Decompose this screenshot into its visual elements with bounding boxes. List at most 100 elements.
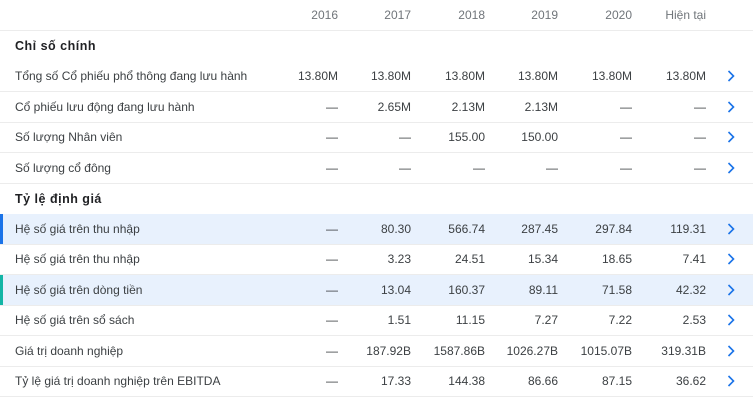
- table-row[interactable]: Tổng số Cổ phiếu phổ thông đang lưu hành…: [0, 62, 753, 92]
- cell-value: 319.31B: [661, 343, 706, 358]
- table-row[interactable]: Hệ số giá trên thu nhập — 80.30 566.74 2…: [0, 214, 753, 245]
- cell-value: —: [326, 160, 338, 175]
- cell-value: 187.92B: [366, 343, 411, 358]
- column-header: 2016: [311, 8, 338, 22]
- cell-value: —: [399, 130, 411, 145]
- cell-value: 1.51: [387, 313, 411, 328]
- table-row[interactable]: Tỷ lệ giá trị doanh nghiệp trên EBITDA —…: [0, 367, 753, 397]
- row-label: Cổ phiếu lưu động đang lưu hành: [15, 99, 195, 114]
- chevron-right-icon[interactable]: [727, 367, 735, 397]
- cell-value: —: [326, 99, 338, 114]
- cell-value: 87.15: [601, 374, 632, 389]
- cell-value: —: [473, 160, 485, 175]
- cell-value: 42.32: [675, 282, 706, 297]
- cell-value: 144.38: [448, 374, 485, 389]
- row-label: Giá trị doanh nghiệp: [15, 343, 124, 358]
- cell-value: 71.58: [601, 282, 632, 297]
- chevron-right-icon[interactable]: [727, 275, 735, 305]
- row-label: Tổng số Cổ phiếu phổ thông đang lưu hành: [15, 69, 248, 84]
- cell-value: 17.33: [380, 374, 411, 389]
- cell-value: 566.74: [448, 221, 485, 236]
- cell-value: —: [620, 130, 632, 145]
- table-row[interactable]: Hệ số giá trên dòng tiền — 13.04 160.37 …: [0, 275, 753, 306]
- row-label: Hệ số giá trên thu nhập: [15, 252, 140, 267]
- cell-value: —: [620, 99, 632, 114]
- cell-value: 13.80M: [591, 69, 632, 84]
- cell-value: 2.13M: [451, 99, 485, 114]
- cell-value: 24.51: [454, 252, 485, 267]
- cell-value: —: [326, 221, 338, 236]
- row-label: Hệ số giá trên thu nhập: [15, 221, 140, 236]
- financial-table: 2016 2017 2018 2019 2020 Hiện tại Chỉ số…: [0, 0, 753, 397]
- cell-value: 18.65: [601, 252, 632, 267]
- cell-value: 7.22: [608, 313, 632, 328]
- cell-value: 297.84: [595, 221, 632, 236]
- table-header-row: 2016 2017 2018 2019 2020 Hiện tại: [0, 0, 753, 31]
- cell-value: —: [326, 282, 338, 297]
- cell-value: 119.31: [670, 221, 706, 236]
- cell-value: —: [399, 160, 411, 175]
- table-row[interactable]: Số lượng Nhân viên — — 155.00 150.00 — —: [0, 123, 753, 153]
- cell-value: —: [326, 313, 338, 328]
- table-row[interactable]: Số lượng cổ đông — — — — — —: [0, 153, 753, 184]
- cell-value: 36.62: [675, 374, 706, 389]
- table-row[interactable]: Cổ phiếu lưu động đang lưu hành — 2.65M …: [0, 92, 753, 123]
- chevron-right-icon[interactable]: [727, 245, 735, 275]
- cell-value: 7.41: [682, 252, 706, 267]
- cell-value: 80.30: [380, 221, 411, 236]
- cell-value: 1026.27B: [506, 343, 558, 358]
- chevron-right-icon[interactable]: [727, 153, 735, 183]
- cell-value: 13.80M: [517, 69, 558, 84]
- cell-value: 160.37: [448, 282, 485, 297]
- table-row[interactable]: Hệ số giá trên thu nhập — 3.23 24.51 15.…: [0, 245, 753, 275]
- cell-value: 1587.86B: [433, 343, 485, 358]
- cell-value: —: [694, 130, 706, 145]
- cell-value: —: [546, 160, 558, 175]
- chevron-right-icon[interactable]: [727, 62, 735, 92]
- row-label: Số lượng cổ đông: [15, 160, 111, 175]
- cell-value: —: [620, 160, 632, 175]
- section-heading-valuation: Tỷ lệ định giá: [0, 184, 753, 215]
- cell-value: 13.80M: [297, 69, 338, 84]
- chevron-right-icon[interactable]: [727, 123, 735, 153]
- cell-value: 13.80M: [370, 69, 411, 84]
- cell-value: 89.11: [528, 282, 558, 297]
- row-label: Hệ số giá trên sổ sách: [15, 313, 135, 328]
- cell-value: 150.00: [521, 130, 558, 145]
- column-header: 2020: [605, 8, 632, 22]
- section-title: Chỉ số chính: [15, 39, 96, 54]
- cell-value: —: [326, 343, 338, 358]
- cell-value: 287.45: [521, 221, 558, 236]
- column-header: 2019: [531, 8, 558, 22]
- chevron-right-icon[interactable]: [727, 92, 735, 122]
- cell-value: 2.65M: [377, 99, 411, 114]
- column-header: 2018: [458, 8, 485, 22]
- column-header: Hiện tại: [665, 8, 706, 22]
- cell-value: 15.34: [527, 252, 558, 267]
- cell-value: 13.04: [380, 282, 411, 297]
- cell-value: —: [326, 130, 338, 145]
- cell-value: —: [326, 252, 338, 267]
- cell-value: 3.23: [387, 252, 411, 267]
- row-label: Số lượng Nhân viên: [15, 130, 123, 145]
- cell-value: 86.66: [527, 374, 558, 389]
- cell-value: 2.13M: [524, 99, 558, 114]
- cell-value: 1015.07B: [580, 343, 632, 358]
- row-label: Tỷ lệ giá trị doanh nghiệp trên EBITDA: [15, 374, 221, 389]
- cell-value: —: [326, 374, 338, 389]
- column-header: 2017: [384, 8, 411, 22]
- chevron-right-icon[interactable]: [727, 306, 735, 336]
- chevron-right-icon[interactable]: [727, 214, 735, 244]
- cell-value: 7.27: [534, 313, 558, 328]
- cell-value: —: [694, 160, 706, 175]
- cell-value: 13.80M: [665, 69, 706, 84]
- table-row[interactable]: Hệ số giá trên sổ sách — 1.51 11.15 7.27…: [0, 306, 753, 336]
- row-label: Hệ số giá trên dòng tiền: [15, 282, 143, 297]
- cell-value: 13.80M: [444, 69, 485, 84]
- section-title: Tỷ lệ định giá: [15, 191, 102, 206]
- cell-value: 11.15: [455, 313, 485, 328]
- cell-value: 155.00: [448, 130, 485, 145]
- cell-value: —: [694, 99, 706, 114]
- table-row[interactable]: Giá trị doanh nghiệp — 187.92B 1587.86B …: [0, 336, 753, 367]
- chevron-right-icon[interactable]: [727, 336, 735, 366]
